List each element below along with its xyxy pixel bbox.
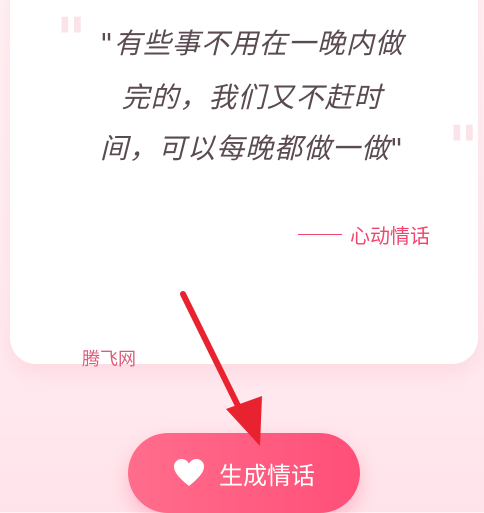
quote-line-3: 间，可以每晚都做一做": [100, 132, 404, 165]
generate-button-label: 生成情话: [219, 461, 315, 490]
quote-line-1: "有些事不用在一晚内做: [100, 27, 404, 60]
watermark-text: 腾飞网: [82, 349, 136, 370]
quote-card: " " "有些事不用在一晚内做 完的，我们又不赶时 间，可以每晚都做一做" 心动…: [10, 0, 478, 364]
attribution-dash: [298, 233, 342, 236]
quote-line-2: 完的，我们又不赶时: [121, 81, 383, 114]
generate-quote-button[interactable]: 生成情话: [128, 433, 360, 513]
attribution-source: 心动情话: [350, 224, 430, 248]
heart-icon: [174, 459, 204, 486]
quote-attribution: 心动情话: [298, 220, 430, 249]
